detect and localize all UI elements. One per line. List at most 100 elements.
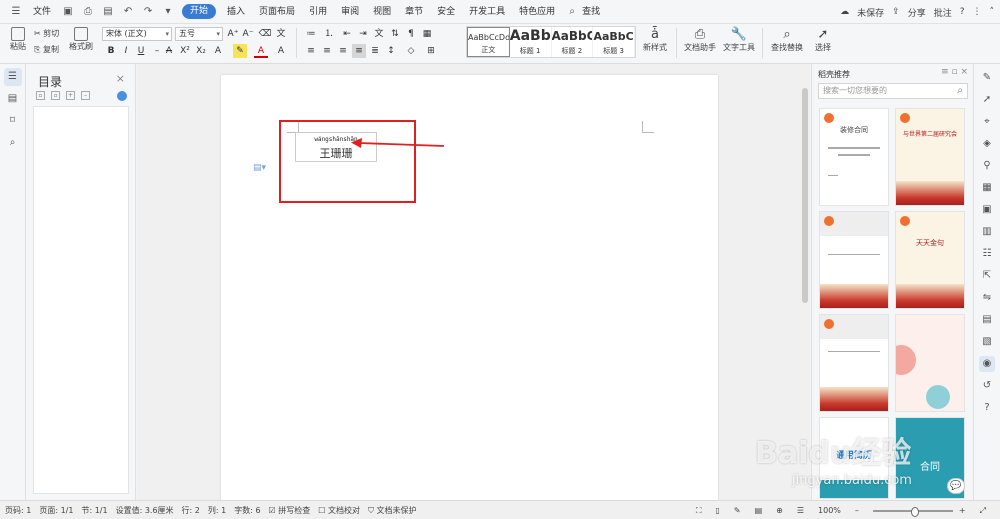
document-page[interactable]: ▤▾ wángshānshān 王珊珊 [221, 75, 718, 505]
close-icon[interactable]: × [116, 72, 125, 85]
status-col[interactable]: 列: 1 [208, 505, 226, 516]
bullet-list-icon[interactable]: ≔ [304, 27, 318, 41]
template-card[interactable] [819, 314, 889, 412]
remove-icon[interactable]: – [81, 91, 90, 100]
shapes-icon[interactable]: ◈ [979, 136, 995, 152]
subscript-icon[interactable]: X₂ [194, 44, 208, 58]
template-search-input[interactable]: 搜索一切您想要的 [818, 83, 968, 99]
outline-view-icon[interactable]: ☰ [797, 506, 804, 515]
template-icon[interactable]: ▤ [979, 312, 995, 328]
style-heading-2[interactable]: AaBbC 标题 2 [552, 27, 594, 57]
fullscreen-icon[interactable]: ⛶ [696, 506, 702, 516]
increase-indent-icon[interactable]: ⇥ [356, 27, 370, 41]
align-center-icon[interactable]: ≡ [320, 44, 334, 58]
collapse-all-icon[interactable]: ▫ [51, 91, 60, 100]
scrollbar-thumb[interactable] [802, 88, 808, 303]
shrink-font-icon[interactable]: A⁻ [241, 27, 255, 41]
web-view-icon[interactable]: ⊕ [776, 506, 783, 515]
align-right-icon[interactable]: ≡ [336, 44, 350, 58]
superscript-icon[interactable]: X² [178, 44, 192, 58]
reading-mode-icon[interactable]: ▯ [715, 506, 719, 515]
export-icon[interactable]: ⇱ [979, 268, 995, 284]
select-button[interactable]: ➚ 选择 [810, 27, 836, 53]
page-view-icon[interactable]: ▤ [755, 506, 763, 515]
stamp-icon[interactable]: ⚲ [979, 158, 995, 174]
zoom-slider[interactable] [872, 506, 953, 517]
distribute-icon[interactable]: ≣ [368, 44, 382, 58]
tab-references[interactable]: 引用 [302, 0, 334, 24]
add-icon[interactable]: + [66, 91, 75, 100]
tab-home[interactable]: 开始 [182, 4, 217, 19]
search-icon[interactable]: ⌕ [564, 4, 580, 20]
write-mode-icon[interactable]: ✎ [734, 506, 741, 515]
cut-button[interactable]: ✂ 剪切 [34, 28, 59, 39]
tab-features[interactable]: 特色应用 [512, 0, 562, 24]
tab-insert[interactable]: 插入 [220, 0, 252, 24]
justify-icon[interactable]: ≡ [352, 44, 366, 58]
format-painter-button[interactable]: 格式刷 [68, 27, 94, 52]
pane-controls-icon[interactable]: ≡ ▫ × [941, 67, 968, 77]
help-button[interactable]: ? [960, 7, 965, 17]
zoom-in-icon[interactable]: + [959, 506, 966, 515]
search-command[interactable]: 查找 [582, 0, 607, 24]
print-preview-icon[interactable]: ▤ [100, 4, 116, 20]
sort-icon[interactable]: ⇅ [388, 27, 402, 41]
bookmark-icon[interactable]: ⌑ [4, 112, 22, 130]
translate-icon[interactable]: ⇋ [979, 290, 995, 306]
font-size-select[interactable]: 五号 [175, 27, 223, 41]
line-spacing-icon[interactable]: ↕ [384, 44, 398, 58]
help-icon[interactable]: ? [979, 400, 995, 416]
copy-button[interactable]: ⎘ 复制 [34, 44, 59, 55]
settings-icon[interactable]: ☷ [979, 246, 995, 262]
phonetic-guide-icon[interactable]: 文 [274, 27, 288, 41]
edit-icon[interactable]: ✎ [979, 70, 995, 86]
image-icon[interactable]: ▣ [979, 202, 995, 218]
share-button[interactable]: 分享 [908, 6, 926, 19]
file-menu[interactable]: 文件 [26, 0, 58, 24]
status-setting[interactable]: 设置值: 3.6厘米 [116, 505, 174, 516]
show-marks-icon[interactable]: ¶ [404, 27, 418, 41]
page-icon[interactable]: ▤ [4, 90, 22, 108]
tab-chapter[interactable]: 章节 [398, 0, 430, 24]
highlight-icon[interactable]: ✎ [233, 44, 247, 58]
tab-developer[interactable]: 开发工具 [462, 0, 512, 24]
more-icon[interactable]: ⋮ [973, 7, 982, 17]
picture-icon[interactable]: ▧ [979, 334, 995, 350]
bold-icon[interactable]: B [104, 44, 118, 58]
style-normal[interactable]: AaBbCcDd 正文 [467, 27, 510, 57]
status-pages[interactable]: 页面: 1/1 [39, 505, 73, 516]
status-row[interactable]: 行: 2 [182, 505, 200, 516]
table-border-icon[interactable]: ⊞ [424, 44, 438, 58]
char-shading-icon[interactable]: A [274, 44, 288, 58]
annotate-button[interactable]: 批注 [934, 6, 952, 19]
italic-icon[interactable]: I [119, 44, 133, 58]
template-card[interactable] [819, 211, 889, 309]
paragraph-handle-icon[interactable]: ▤▾ [253, 163, 266, 173]
tab-view[interactable]: 视图 [366, 0, 398, 24]
unsaved-status[interactable]: 未保存 [857, 6, 884, 19]
history-icon[interactable]: ↺ [979, 378, 995, 394]
pointer-icon[interactable]: ➚ [979, 92, 995, 108]
expand-icon[interactable]: ▫ [36, 91, 45, 100]
assistant-icon[interactable] [117, 91, 127, 101]
status-page-number[interactable]: 页码: 1 [5, 505, 31, 516]
collapse-icon[interactable]: ˄ [990, 7, 995, 17]
borders-icon[interactable]: ▦ [420, 27, 434, 41]
grow-font-icon[interactable]: A⁺ [226, 27, 240, 41]
location-icon[interactable]: ⌖ [979, 114, 995, 130]
text-effect-icon[interactable]: A [211, 44, 225, 58]
style-heading-3[interactable]: AaBbC 标题 3 [593, 27, 635, 57]
redo-icon[interactable]: ↷ [140, 4, 156, 20]
template-card[interactable]: 与世界第二届研究会 [895, 108, 965, 206]
decrease-indent-icon[interactable]: ⇤ [340, 27, 354, 41]
customize-icon[interactable]: ▾ [160, 4, 176, 20]
chinese-layout-icon[interactable]: 文 [372, 27, 386, 41]
style-heading-1[interactable]: AaBb 标题 1 [510, 27, 552, 57]
tab-security[interactable]: 安全 [430, 0, 462, 24]
protect-status[interactable]: ⛉ 文档未保护 [368, 505, 417, 516]
strikethrough-icon[interactable]: A [162, 44, 176, 58]
chart-icon[interactable]: ▥ [979, 224, 995, 240]
spell-check-button[interactable]: ☑ 拼写检查 [269, 505, 311, 516]
tab-page-layout[interactable]: 页面布局 [252, 0, 302, 24]
recommend-icon[interactable]: ◉ [979, 356, 995, 372]
